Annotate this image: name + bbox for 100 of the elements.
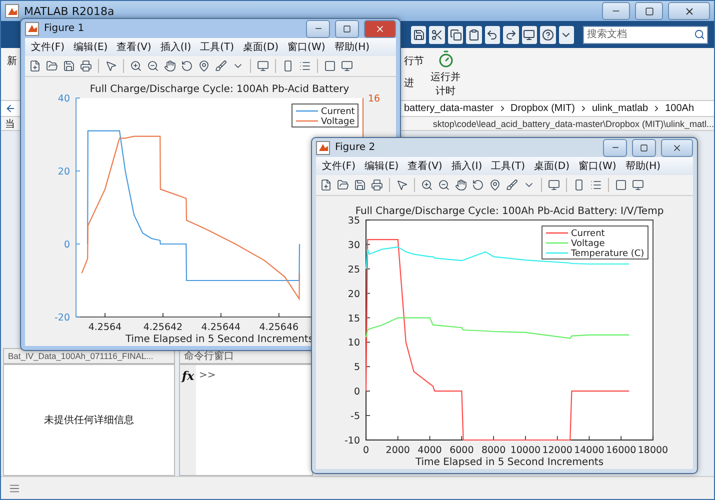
path-text: sktop\code\lead_acid_battery_data-master\Dropbox (MIT)\ulink_matl... <box>432 118 714 128</box>
menu-item[interactable]: 查看(V) <box>408 159 442 173</box>
brush-icon[interactable] <box>214 59 228 73</box>
zoom-out-icon[interactable] <box>146 59 160 73</box>
menu-item[interactable]: 文件(F) <box>322 159 356 173</box>
maximize-button[interactable] <box>335 20 359 38</box>
ribbon-label[interactable]: 新 <box>7 54 17 68</box>
search-field[interactable]: 搜索文档 <box>582 26 708 44</box>
maximize-button[interactable] <box>635 2 663 20</box>
monitor-icon[interactable] <box>547 178 561 192</box>
legend-line <box>546 252 568 254</box>
menu-item[interactable]: 桌面(D) <box>243 40 279 54</box>
function-button[interactable]: fx <box>182 369 194 383</box>
pointer-icon[interactable] <box>104 59 118 73</box>
legend-line <box>296 110 318 112</box>
legend-line <box>546 242 568 244</box>
menu-item[interactable]: 插入(I) <box>451 159 482 173</box>
tick-label: 0 <box>362 445 370 456</box>
menu-item[interactable]: 帮助(H) <box>334 40 370 54</box>
breadcrumb[interactable]: ulink_matlab <box>592 103 648 114</box>
tick-label: 20 <box>58 166 70 178</box>
window-icon[interactable] <box>631 178 645 192</box>
menu-item[interactable]: 插入(I) <box>160 40 192 54</box>
status-icon <box>9 482 20 494</box>
ribbon-label[interactable]: 行节 <box>404 54 424 68</box>
monitor-icon[interactable] <box>256 59 270 73</box>
file-name: Bat_IV_Data_100Ah_071116_FINAL... <box>8 351 154 361</box>
timer-icon <box>436 50 454 68</box>
tick-label: -5 <box>350 411 360 422</box>
undo-icon[interactable] <box>484 26 500 44</box>
tick-label: 15 <box>348 313 360 324</box>
menu-item[interactable]: 工具(T) <box>491 159 526 173</box>
menu-item[interactable]: 编辑(E) <box>364 159 399 173</box>
minimize-button[interactable] <box>306 20 330 38</box>
tick-label: 6000 <box>450 445 474 456</box>
back-icon[interactable] <box>5 103 16 114</box>
square-icon[interactable] <box>614 178 628 192</box>
paste-icon[interactable] <box>466 26 482 44</box>
zoom-in-icon[interactable] <box>420 178 434 192</box>
minimize-button[interactable] <box>602 2 630 20</box>
tick-label: 5 <box>354 362 360 374</box>
close-button[interactable] <box>661 138 693 156</box>
maximize-button[interactable] <box>632 138 656 156</box>
hand-icon[interactable] <box>454 178 468 192</box>
menu-item[interactable]: 桌面(D) <box>534 159 570 173</box>
zoom-out-icon[interactable] <box>437 178 451 192</box>
maximize-icon <box>644 6 654 16</box>
menu-item[interactable]: 编辑(E) <box>74 40 108 54</box>
details-text: 未提供任何详细信息 <box>44 414 134 427</box>
legend-line <box>546 232 568 234</box>
search-icon <box>694 28 705 40</box>
cut-icon[interactable] <box>429 26 445 44</box>
run-and-time-button[interactable]: 运行并计时 <box>430 50 461 98</box>
breadcrumb[interactable]: 100Ah <box>665 103 694 114</box>
menu-item[interactable]: 帮助(H) <box>625 159 661 173</box>
zoom-in-icon[interactable] <box>129 59 143 73</box>
hand-icon[interactable] <box>163 59 177 73</box>
tick-label: 4.25644 <box>201 322 241 333</box>
tick-label: 0 <box>354 386 360 398</box>
rotate-icon[interactable] <box>471 178 485 192</box>
axis-label: Time Elapsed in 5 Second Increments <box>415 457 604 468</box>
save-icon[interactable] <box>62 59 76 73</box>
save-icon[interactable] <box>353 178 367 192</box>
legend-label: Temperature (C) <box>571 249 644 259</box>
data-cursor-icon[interactable] <box>488 178 502 192</box>
redo-icon[interactable] <box>503 26 519 44</box>
new-file-icon[interactable] <box>319 178 333 192</box>
folder-icon[interactable] <box>45 59 59 73</box>
panel-title: 命令行窗口 <box>184 350 234 363</box>
new-file-icon[interactable] <box>28 59 42 73</box>
close-button[interactable] <box>364 20 396 38</box>
square-icon[interactable] <box>323 59 337 73</box>
minimize-button[interactable] <box>603 138 627 156</box>
axis-label: Time Elapsed in 5 Second Increments <box>125 334 314 345</box>
tick-label: 16000 <box>606 445 636 456</box>
breadcrumb[interactable]: Dropbox (MIT) <box>510 103 575 114</box>
brush-icon[interactable] <box>505 178 519 192</box>
pointer-icon[interactable] <box>395 178 409 192</box>
folder-icon[interactable] <box>336 178 350 192</box>
breadcrumb[interactable]: battery_data-master <box>404 103 494 114</box>
printer-icon[interactable] <box>370 178 384 192</box>
rotate-icon[interactable] <box>180 59 194 73</box>
tick-label: 16 <box>368 94 380 104</box>
menu-item[interactable]: 工具(T) <box>200 40 234 54</box>
menu-item[interactable]: 查看(V) <box>116 40 152 54</box>
help-icon[interactable] <box>540 26 556 44</box>
printer-icon[interactable] <box>79 59 93 73</box>
menu-item[interactable]: 文件(F) <box>31 40 65 54</box>
close-button[interactable] <box>668 2 710 20</box>
menu-item[interactable]: 窗口(W) <box>578 159 616 173</box>
window-icon[interactable] <box>340 59 354 73</box>
ribbon-label[interactable]: 进 <box>404 76 424 90</box>
command-window[interactable]: fx >> <box>179 364 313 476</box>
menu-item[interactable]: 窗口(W) <box>288 40 326 54</box>
caret-icon[interactable] <box>558 26 574 44</box>
data-cursor-icon[interactable] <box>197 59 211 73</box>
copy-icon[interactable] <box>448 26 464 44</box>
save-icon[interactable] <box>411 26 426 44</box>
window-icon[interactable] <box>522 26 538 44</box>
tick-label: -20 <box>54 312 70 324</box>
